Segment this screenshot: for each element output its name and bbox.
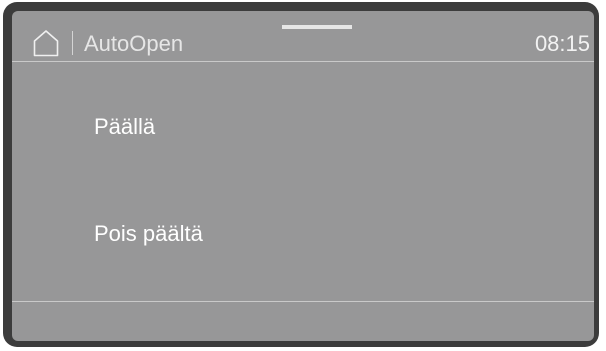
page-title: AutoOpen (84, 31, 184, 56)
option-on[interactable]: Päällä (12, 97, 594, 157)
device-bezel: AutoOpen 08:15 Päällä Pois päältä (3, 2, 599, 347)
footer-bar (12, 302, 594, 341)
header-bar: AutoOpen 08:15 (12, 11, 594, 61)
header-divider (72, 31, 73, 55)
home-icon[interactable] (32, 29, 60, 57)
option-on-label: Päällä (94, 114, 156, 139)
option-off[interactable]: Pois päältä (12, 204, 594, 264)
header-separator (12, 61, 594, 62)
clock-time: 08:15 (534, 31, 590, 56)
option-off-label: Pois päältä (94, 221, 203, 246)
display-screen: AutoOpen 08:15 Päällä Pois päältä (12, 11, 594, 341)
